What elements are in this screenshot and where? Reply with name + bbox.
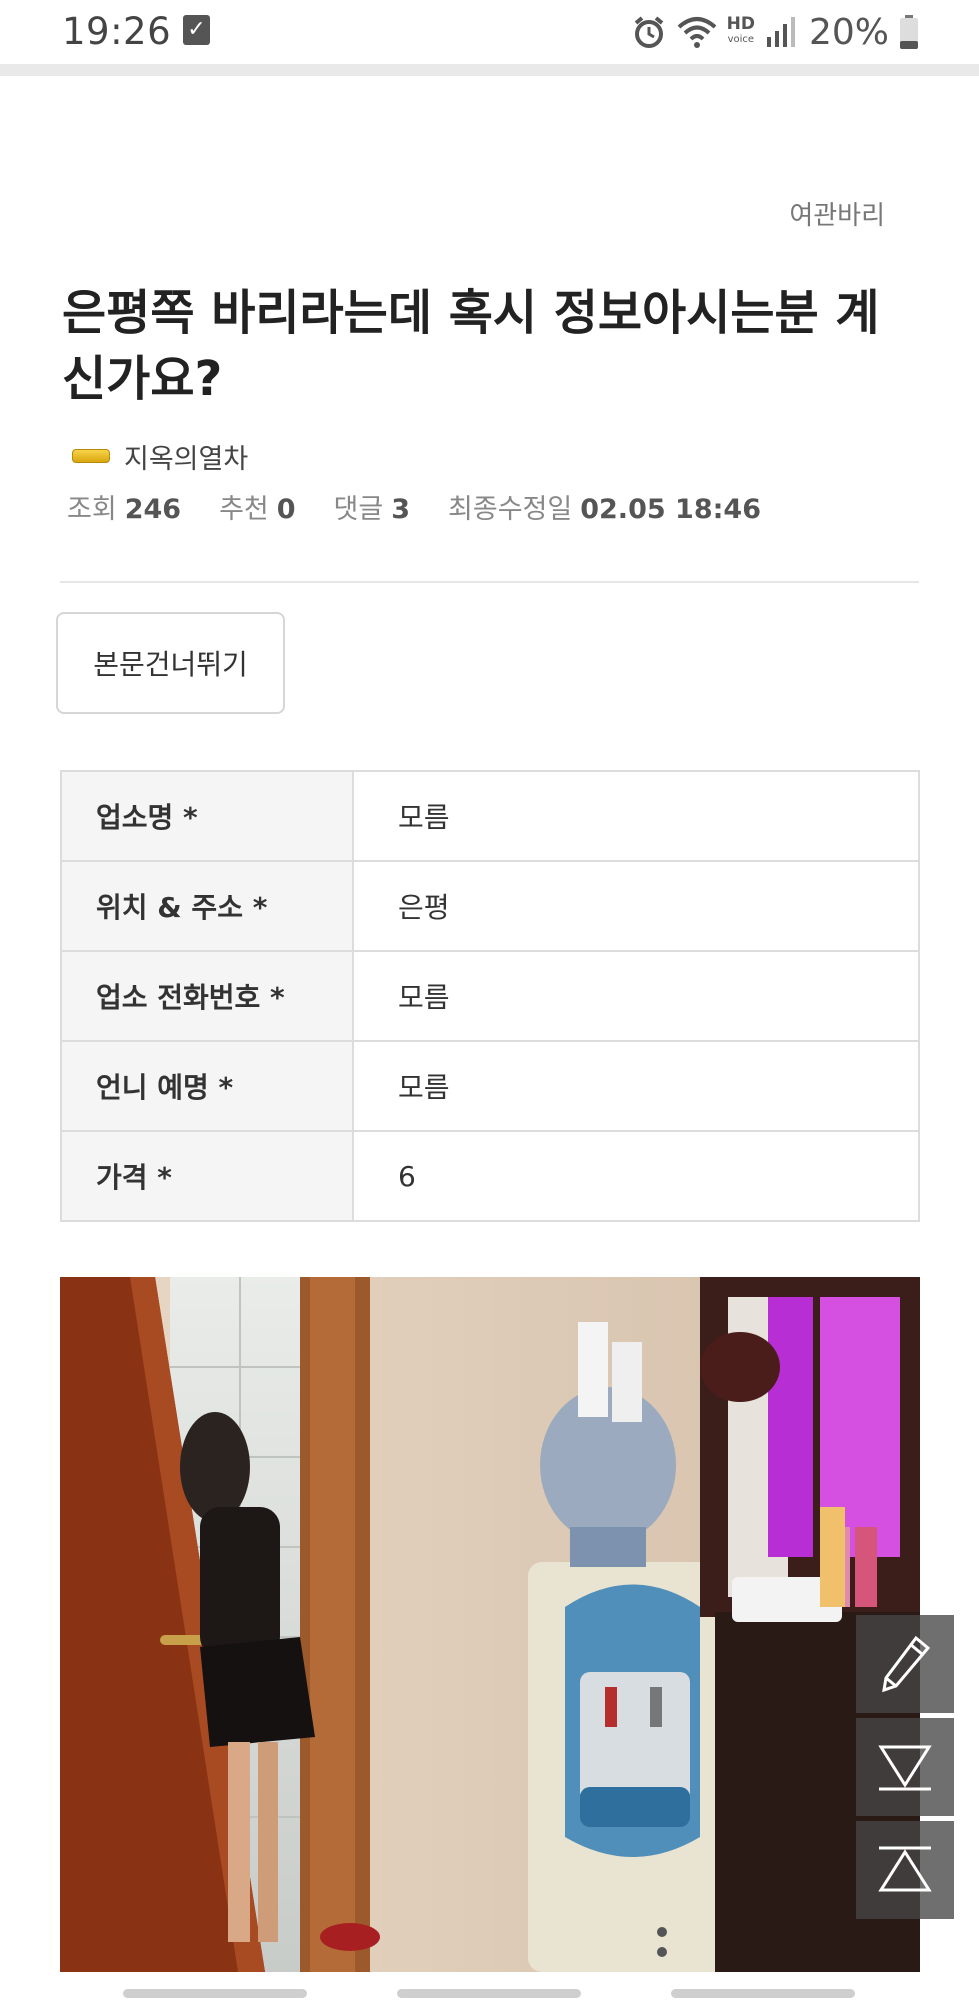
table-value: 모름 <box>352 770 920 862</box>
scroll-top-icon <box>878 1846 932 1892</box>
status-bar: 19:26 ✓ HD voice 20% <box>0 0 979 64</box>
table-value: 모름 <box>352 950 920 1042</box>
status-time: 19:26 <box>62 10 172 53</box>
room-photo-image[interactable] <box>60 1277 920 1972</box>
skip-content-button[interactable]: 본문건너뛰기 <box>56 612 285 714</box>
table-label: 업소명 * <box>60 770 354 862</box>
modified-meta: 최종수정일 02.05 18:46 <box>448 493 761 525</box>
battery-icon <box>900 15 918 49</box>
top-divider <box>0 64 979 76</box>
battery-percent: 20% <box>808 11 889 53</box>
checkbox-notification-icon: ✓ <box>183 15 210 45</box>
recommend-meta: 추천 0 <box>219 493 296 525</box>
level-badge-icon <box>72 449 110 463</box>
table-label: 가격 * <box>60 1130 354 1222</box>
comments-meta: 댓글 3 <box>333 493 411 525</box>
table-value: 모름 <box>352 1040 920 1132</box>
post-meta: 조회 246 추천 0 댓글 3 최종수정일 02.05 18:46 <box>67 488 799 525</box>
post-title: 은평쪽 바리라는데 혹시 정보아시는분 계신가요? <box>62 285 880 407</box>
wifi-icon <box>677 17 716 48</box>
table-row: 가격 * 6 <box>60 1130 920 1222</box>
table-value: 6 <box>352 1130 920 1222</box>
content-divider <box>60 581 919 583</box>
table-value: 은평 <box>352 860 920 952</box>
table-label: 업소 전화번호 * <box>60 950 354 1042</box>
scroll-bottom-button[interactable] <box>856 1718 954 1816</box>
alarm-icon <box>634 16 663 48</box>
table-row: 업소명 * 모름 <box>60 770 920 862</box>
author-row[interactable]: 지옥의열차 <box>72 437 248 476</box>
pencil-icon <box>882 1635 931 1693</box>
author-name[interactable]: 지옥의열차 <box>124 437 248 476</box>
venue-info-table: 업소명 * 모름 위치 & 주소 * 은평 업소 전화번호 * 모름 언니 예명… <box>60 770 920 1222</box>
write-post-button[interactable] <box>856 1615 954 1713</box>
views-meta: 조회 246 <box>67 493 182 525</box>
table-label: 언니 예명 * <box>60 1040 354 1132</box>
table-row: 업소 전화번호 * 모름 <box>60 950 920 1042</box>
nav-home-handle[interactable] <box>397 1989 581 1998</box>
table-row: 언니 예명 * 모름 <box>60 1040 920 1132</box>
scroll-top-button[interactable] <box>856 1821 954 1919</box>
room-photo-svg <box>60 1277 920 1972</box>
scroll-bottom-icon <box>878 1745 932 1791</box>
nav-recents-handle[interactable] <box>671 1989 855 1998</box>
table-row: 위치 & 주소 * 은평 <box>60 860 920 952</box>
nav-back-handle[interactable] <box>123 1989 307 1998</box>
status-icons: HD voice 20% <box>631 8 919 56</box>
signal-icon <box>766 17 795 47</box>
table-label: 위치 & 주소 * <box>60 860 354 952</box>
hd-voice-icon: HD voice <box>726 14 755 46</box>
board-name-link[interactable]: 여관바리 <box>789 195 885 232</box>
system-nav-bar <box>0 1972 979 2013</box>
